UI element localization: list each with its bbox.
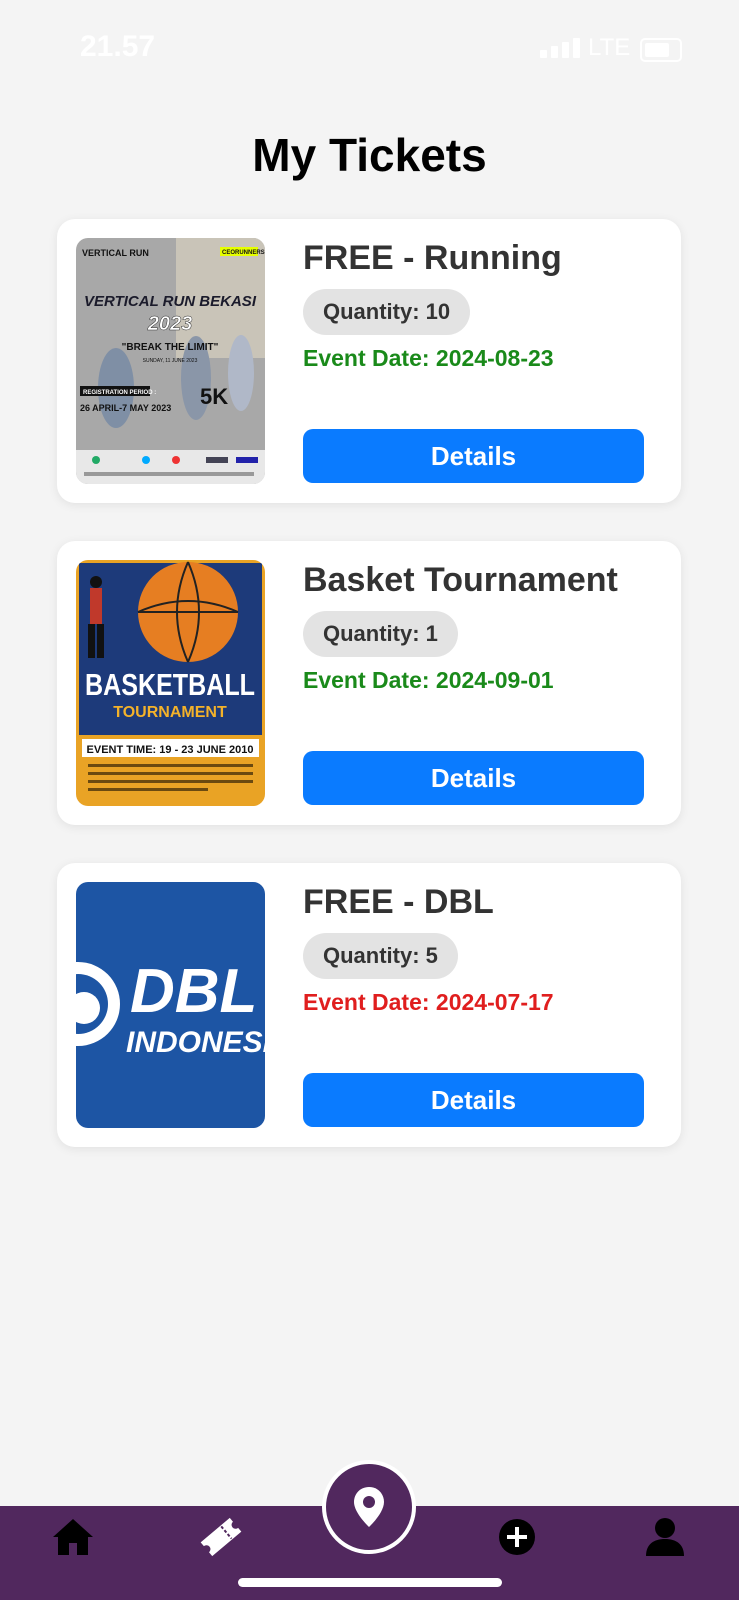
running-headline: VERTICAL RUN BEKASI xyxy=(84,293,257,310)
running-date-line: SUNDAY, 11 JUNE 2023 xyxy=(143,358,198,364)
ticket-image-basketball: BASKETBALL TOURNAMENT EVENT TIME: 19 - 2… xyxy=(76,560,265,806)
ticket-title: FREE - Running xyxy=(303,239,562,277)
page-title: My Tickets xyxy=(252,129,487,181)
details-button[interactable]: Details xyxy=(303,429,644,483)
running-period: 26 APRIL-7 MAY 2023 xyxy=(80,403,171,413)
dbl-logo-line1: DBL xyxy=(130,957,257,1026)
event-date: Event Date: 2024-09-01 xyxy=(303,667,554,693)
signal-icon xyxy=(540,38,580,58)
status-time: 21.57 xyxy=(80,30,156,63)
network-label: LTE xyxy=(588,34,631,61)
nav-tickets[interactable] xyxy=(196,1512,246,1562)
battery-icon xyxy=(640,38,682,62)
ticket-image-running: VERTICAL RUN CEORUNNERS VERTICAL RUN BEK… xyxy=(76,238,265,484)
nav-location[interactable] xyxy=(322,1460,416,1554)
nav-home[interactable] xyxy=(48,1512,98,1562)
running-tagline: "BREAK THE LIMIT" xyxy=(122,342,219,353)
running-sponsor: CEORUNNERS xyxy=(222,250,265,256)
quantity-badge: Quantity: 10 xyxy=(303,289,471,335)
quantity-badge: Quantity: 5 xyxy=(303,933,458,979)
status-bar: 21.57 LTE xyxy=(0,0,739,100)
running-distance: 5K xyxy=(200,384,228,409)
home-indicator xyxy=(238,1578,502,1587)
basketball-event-time: EVENT TIME: 19 - 23 JUNE 2010 xyxy=(87,744,254,756)
details-button[interactable]: Details xyxy=(303,751,644,805)
ticket-image-dbl: DBL INDONESIA xyxy=(76,882,265,1128)
profile-icon xyxy=(646,1518,684,1556)
home-icon xyxy=(53,1519,93,1555)
basketball-subheadline: TOURNAMENT xyxy=(113,704,227,721)
event-date: Event Date: 2024-08-23 xyxy=(303,345,554,371)
nav-add[interactable] xyxy=(492,1512,542,1562)
ticket-title: FREE - DBL xyxy=(303,883,494,921)
ticket-card: DBL INDONESIA FREE - DBL Quantity: 5 Eve… xyxy=(57,863,681,1147)
details-button[interactable]: Details xyxy=(303,1073,644,1127)
event-date: Event Date: 2024-07-17 xyxy=(303,989,554,1015)
dbl-logo-line2: INDONESIA xyxy=(126,1026,265,1059)
ticket-title: Basket Tournament xyxy=(303,561,618,599)
quantity-badge: Quantity: 1 xyxy=(303,611,458,657)
running-period-label: REGISTRATION PERIOD : xyxy=(83,390,156,396)
location-icon xyxy=(354,1487,384,1527)
ticket-card: BASKETBALL TOURNAMENT EVENT TIME: 19 - 2… xyxy=(57,541,681,825)
ticket-card: VERTICAL RUN CEORUNNERS VERTICAL RUN BEK… xyxy=(57,219,681,503)
add-circle-icon xyxy=(499,1519,535,1555)
running-brand: VERTICAL RUN xyxy=(82,248,149,258)
nav-profile[interactable] xyxy=(640,1512,690,1562)
running-year: 2023 xyxy=(147,313,193,335)
ticket-icon xyxy=(200,1517,242,1557)
basketball-headline: BASKETBALL xyxy=(85,667,255,702)
